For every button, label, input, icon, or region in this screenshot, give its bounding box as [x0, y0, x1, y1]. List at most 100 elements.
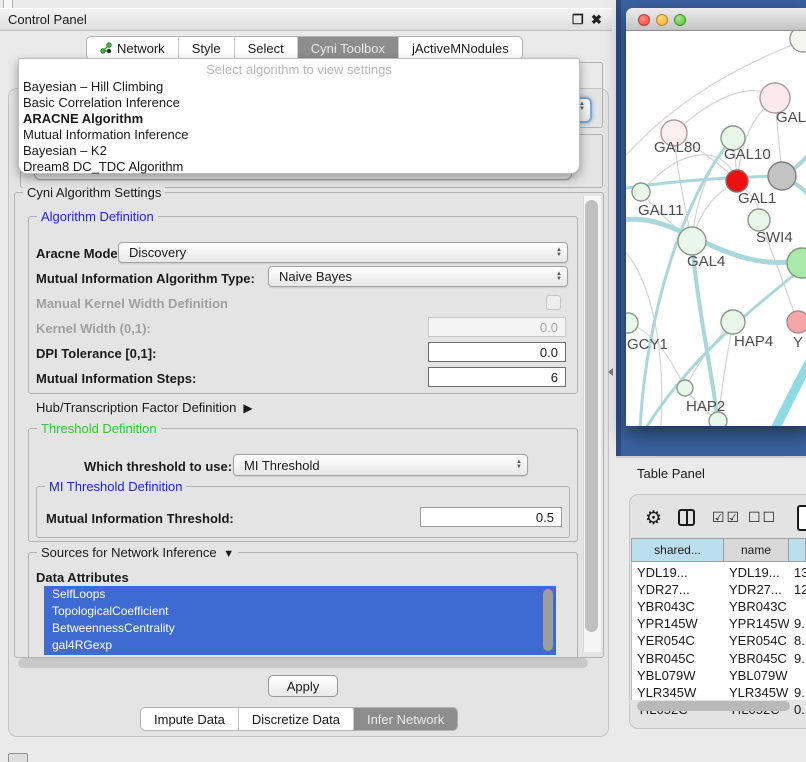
network-node[interactable] — [632, 183, 650, 201]
table-cell[interactable] — [794, 666, 806, 684]
hub-definition-expander[interactable]: Hub/Transcription Factor Definition ▶ — [36, 400, 253, 415]
which-threshold-combo[interactable]: MI Threshold ▲▼ — [233, 454, 528, 476]
network-node[interactable] — [790, 31, 806, 52]
data-attribute-item[interactable]: TopologicalCoefficient — [44, 603, 556, 620]
algorithm-option[interactable]: Dream8 DC_TDC Algorithm — [19, 159, 579, 175]
table-cell[interactable]: 0. — [794, 701, 806, 719]
data-attribute-item[interactable]: SelfLoops — [44, 586, 556, 603]
splitter-collapse-icon[interactable] — [608, 368, 613, 376]
network-node[interactable] — [748, 209, 770, 231]
tab-discretize-data[interactable]: Discretize Data — [239, 708, 354, 730]
network-edge[interactable] — [692, 243, 718, 423]
table-cell[interactable]: YBR045C — [637, 649, 724, 667]
gear-icon[interactable]: ⚙ — [645, 507, 662, 530]
minimize-traffic-light-icon[interactable] — [656, 14, 668, 26]
manual-kernel-checkbox[interactable] — [546, 295, 561, 310]
network-canvas[interactable]: GAL8GAL80GAL10GAL1GAL11SWI4GAL4GCY1HAP4Y… — [626, 31, 806, 426]
expand-right-icon[interactable]: ▶ — [240, 401, 253, 415]
table-cell[interactable]: YBR043C — [729, 597, 789, 615]
table-horizontal-scrollbar[interactable] — [637, 701, 790, 711]
table-cell[interactable]: YER054C — [637, 632, 724, 650]
collapse-down-icon[interactable]: ▼ — [220, 548, 234, 560]
settings-vertical-scrollbar[interactable] — [585, 200, 598, 632]
network-node-label: Y — [793, 334, 803, 351]
tab-impute-data[interactable]: Impute Data — [141, 708, 239, 730]
table-cell[interactable]: YBL079W — [729, 666, 789, 684]
apply-button[interactable]: Apply — [268, 675, 338, 697]
settings-horizontal-scrollbar[interactable] — [18, 658, 588, 668]
table-cell[interactable]: YBR045C — [729, 649, 789, 667]
network-node[interactable] — [726, 170, 748, 192]
algorithm-dropdown-list[interactable]: Select algorithm to view settings Bayesi… — [18, 58, 580, 174]
table-cell[interactable]: YER054C — [729, 632, 789, 650]
table-cell[interactable]: YDR27... — [729, 580, 789, 598]
deselect-all-checks-icon[interactable]: ☐☐ — [748, 509, 777, 526]
mi-type-combo[interactable]: Naive Bayes ▲▼ — [268, 266, 568, 287]
zoom-traffic-light-icon[interactable] — [674, 14, 686, 26]
dpi-tolerance-field[interactable]: 0.0 — [428, 342, 566, 362]
algorithm-options: Bayesian – Hill ClimbingBasic Correlatio… — [19, 79, 579, 175]
network-node[interactable] — [678, 227, 706, 255]
network-node[interactable] — [626, 313, 638, 333]
table-cell[interactable]: 9. — [794, 683, 806, 701]
float-panel-icon[interactable]: ❐ — [572, 12, 584, 28]
network-node[interactable] — [677, 380, 693, 396]
table-cell[interactable]: YBR043C — [637, 597, 724, 615]
close-traffic-light-icon[interactable] — [638, 14, 650, 26]
data-attributes-list[interactable]: SelfLoopsTopologicalCoefficientBetweenne… — [44, 586, 556, 655]
algorithm-option[interactable]: Bayesian – Hill Climbing — [19, 79, 579, 95]
table-cell[interactable]: 8. — [794, 632, 806, 650]
algorithm-option[interactable]: ARACNE Algorithm — [19, 111, 579, 127]
attributes-scrollbar[interactable] — [543, 589, 553, 651]
table-column-header[interactable] — [788, 538, 806, 562]
tab-infer-network[interactable]: Infer Network — [354, 708, 457, 730]
tab-select[interactable]: Select — [235, 37, 298, 59]
algorithm-option[interactable]: Bayesian – K2 — [19, 143, 579, 159]
mi-steps-field[interactable]: 6 — [428, 367, 566, 387]
algorithm-option[interactable]: Mutual Information Inference — [19, 127, 579, 143]
cropped-minimized-widget[interactable] — [8, 753, 28, 762]
network-node[interactable] — [787, 311, 806, 333]
algorithm-option[interactable]: Basic Correlation Inference — [19, 95, 579, 111]
table-cell[interactable]: YLR345W — [637, 683, 724, 701]
close-panel-icon[interactable]: ✖ — [591, 12, 602, 28]
table-cell[interactable]: YDL19... — [729, 563, 789, 581]
table-cell[interactable]: 9. — [794, 649, 806, 667]
table-cell[interactable]: 9. — [794, 615, 806, 633]
network-node[interactable] — [768, 162, 796, 190]
select-all-checks-icon[interactable]: ☑☑ — [712, 509, 741, 526]
dpi-tolerance-value: 0.0 — [540, 345, 558, 360]
mi-threshold-field[interactable]: 0.5 — [420, 507, 562, 527]
table-cell[interactable]: YPR145W — [637, 615, 724, 633]
network-node-label: SWI4 — [756, 229, 793, 246]
table-cell[interactable] — [794, 597, 806, 615]
network-node[interactable] — [721, 310, 745, 334]
data-attribute-item[interactable]: gal4RGexp — [44, 637, 556, 654]
network-node[interactable] — [787, 248, 806, 278]
network-window[interactable]: GAL8GAL80GAL10GAL1GAL11SWI4GAL4GCY1HAP4Y… — [626, 8, 806, 426]
aracne-mode-combo[interactable]: Discovery ▲▼ — [118, 242, 568, 263]
combo-spinner-icon: ▲▼ — [551, 272, 567, 282]
network-edge[interactable] — [774, 361, 806, 426]
network-edge[interactable] — [641, 155, 737, 192]
table-cell[interactable]: 13 — [794, 563, 806, 581]
table-cell[interactable]: YBL079W — [637, 666, 724, 684]
data-attribute-item[interactable]: BetweennessCentrality — [44, 620, 556, 637]
table-cell[interactable]: YDR27... — [637, 580, 724, 598]
tab-cyni-toolbox[interactable]: Cyni Toolbox — [298, 37, 399, 59]
table-cell[interactable]: YLR345W — [729, 683, 789, 701]
table-cell[interactable]: YPR145W — [729, 615, 789, 633]
kernel-width-field[interactable]: 0.0 — [428, 317, 566, 337]
network-window-titlebar[interactable] — [626, 8, 806, 31]
tab-jactivemnodules[interactable]: jActiveMNodules — [399, 37, 522, 59]
tab-style[interactable]: Style — [179, 37, 235, 59]
table-column-header[interactable]: name — [723, 538, 789, 562]
kernel-width-value: 0.0 — [540, 320, 558, 335]
table-column-header[interactable]: shared... — [631, 538, 724, 562]
table-cell[interactable]: YDL19... — [637, 563, 724, 581]
column-layout-icon[interactable] — [678, 509, 695, 526]
aracne-mode-label: Aracne Mode: — [36, 246, 122, 261]
new-table-icon[interactable] — [797, 505, 806, 531]
tab-network[interactable]: Network — [87, 37, 179, 59]
table-cell[interactable]: 12 — [794, 580, 806, 598]
